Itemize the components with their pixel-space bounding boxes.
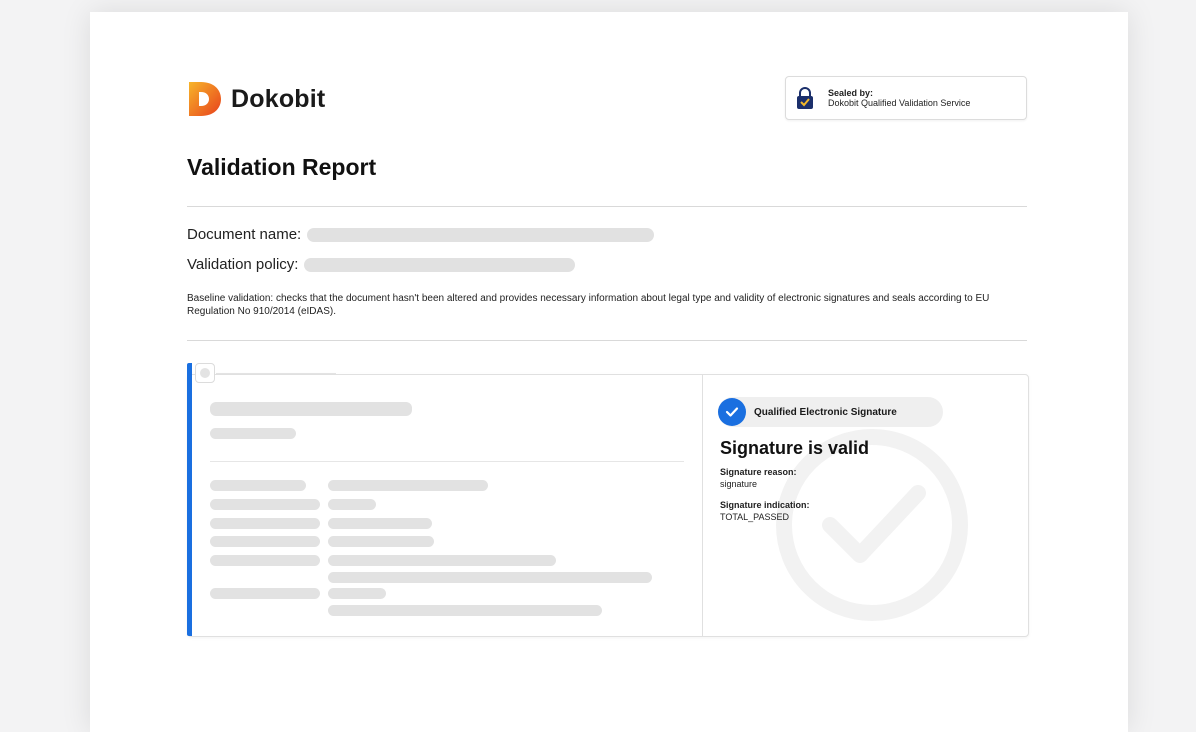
signature-card: Qualified Electronic Signature Signature… — [187, 363, 1029, 637]
skeleton-bar — [328, 536, 434, 547]
skeleton-bar — [210, 555, 320, 566]
sealed-by-service: Dokobit Qualified Validation Service — [828, 98, 971, 108]
brand-name: Dokobit — [231, 84, 326, 113]
skeleton-bar — [210, 499, 320, 510]
signature-reason-label: Signature reason: — [720, 467, 797, 477]
skeleton-bar — [210, 480, 306, 491]
sealed-by-badge: Sealed by: Dokobit Qualified Validation … — [785, 76, 1027, 120]
divider — [210, 461, 684, 462]
skeleton-bar — [210, 588, 320, 599]
skeleton-bar — [328, 572, 652, 583]
signature-status: Signature is valid — [720, 438, 870, 458]
validation-policy-label: Validation policy: — [187, 256, 299, 273]
skeleton-bar — [210, 428, 296, 439]
report-paper: Dokobit Sealed by: Dokobit Qualified Val… — [90, 12, 1128, 732]
dokobit-logo-icon — [189, 82, 221, 116]
page-title: Validation Report — [187, 154, 377, 180]
validation-description: Baseline validation: checks that the doc… — [187, 293, 990, 317]
skeleton-bar — [210, 536, 320, 547]
signature-indication-label: Signature indication: — [720, 500, 810, 510]
document-name-label: Document name: — [187, 226, 302, 243]
skeleton-bar — [328, 518, 432, 529]
qualified-signature-badge: Qualified Electronic Signature — [718, 397, 943, 427]
skeleton-bar — [328, 588, 386, 599]
card-toggle[interactable] — [195, 363, 215, 383]
skeleton-bar — [328, 555, 556, 566]
signature-reason-value: signature — [720, 479, 758, 489]
signature-indication-value: TOTAL_PASSED — [720, 512, 790, 522]
divider — [187, 206, 1027, 207]
sealed-by-label: Sealed by: — [828, 88, 874, 98]
skeleton-bar — [328, 605, 602, 616]
card-accent-bar — [187, 363, 192, 636]
badge-label: Qualified Electronic Signature — [754, 406, 897, 418]
card-top-line — [216, 373, 336, 374]
document-name-row: Document name: — [187, 226, 655, 243]
skeleton-bar — [210, 518, 320, 529]
skeleton-bar — [328, 480, 488, 491]
document-name-placeholder — [307, 227, 655, 242]
skeleton-bar — [210, 402, 412, 416]
check-icon — [718, 398, 746, 426]
divider — [187, 340, 1027, 341]
dokobit-logo: Dokobit — [187, 80, 325, 118]
card-divider — [702, 375, 703, 636]
skeleton-bar — [328, 499, 376, 510]
validation-policy-placeholder — [304, 257, 576, 272]
validation-policy-row: Validation policy: — [187, 256, 576, 273]
lock-icon — [797, 87, 813, 109]
